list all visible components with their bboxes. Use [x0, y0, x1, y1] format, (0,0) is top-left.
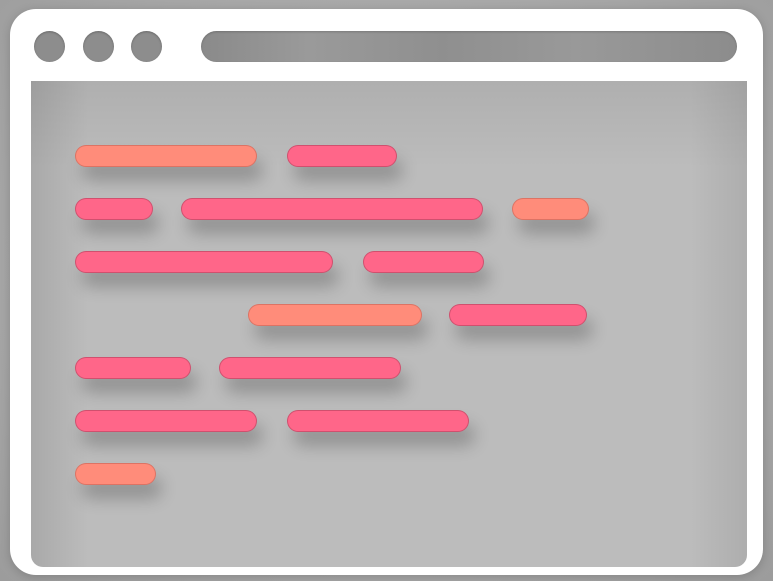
code-token — [219, 357, 401, 379]
minimize-dot-icon[interactable] — [83, 31, 114, 62]
code-token — [287, 410, 469, 432]
maximize-dot-icon[interactable] — [131, 31, 162, 62]
code-token — [512, 198, 589, 220]
code-token — [75, 145, 257, 167]
code-token — [449, 304, 587, 326]
code-token — [181, 198, 483, 220]
code-token — [363, 251, 484, 273]
address-bar[interactable] — [201, 31, 737, 62]
code-token — [287, 145, 397, 167]
code-token — [75, 463, 156, 485]
code-token — [75, 357, 191, 379]
code-token — [75, 410, 257, 432]
title-bar — [10, 9, 763, 81]
code-content-area — [31, 81, 747, 567]
browser-window — [10, 9, 763, 575]
code-token — [75, 251, 333, 273]
close-dot-icon[interactable] — [34, 31, 65, 62]
code-token — [248, 304, 422, 326]
code-token — [75, 198, 153, 220]
